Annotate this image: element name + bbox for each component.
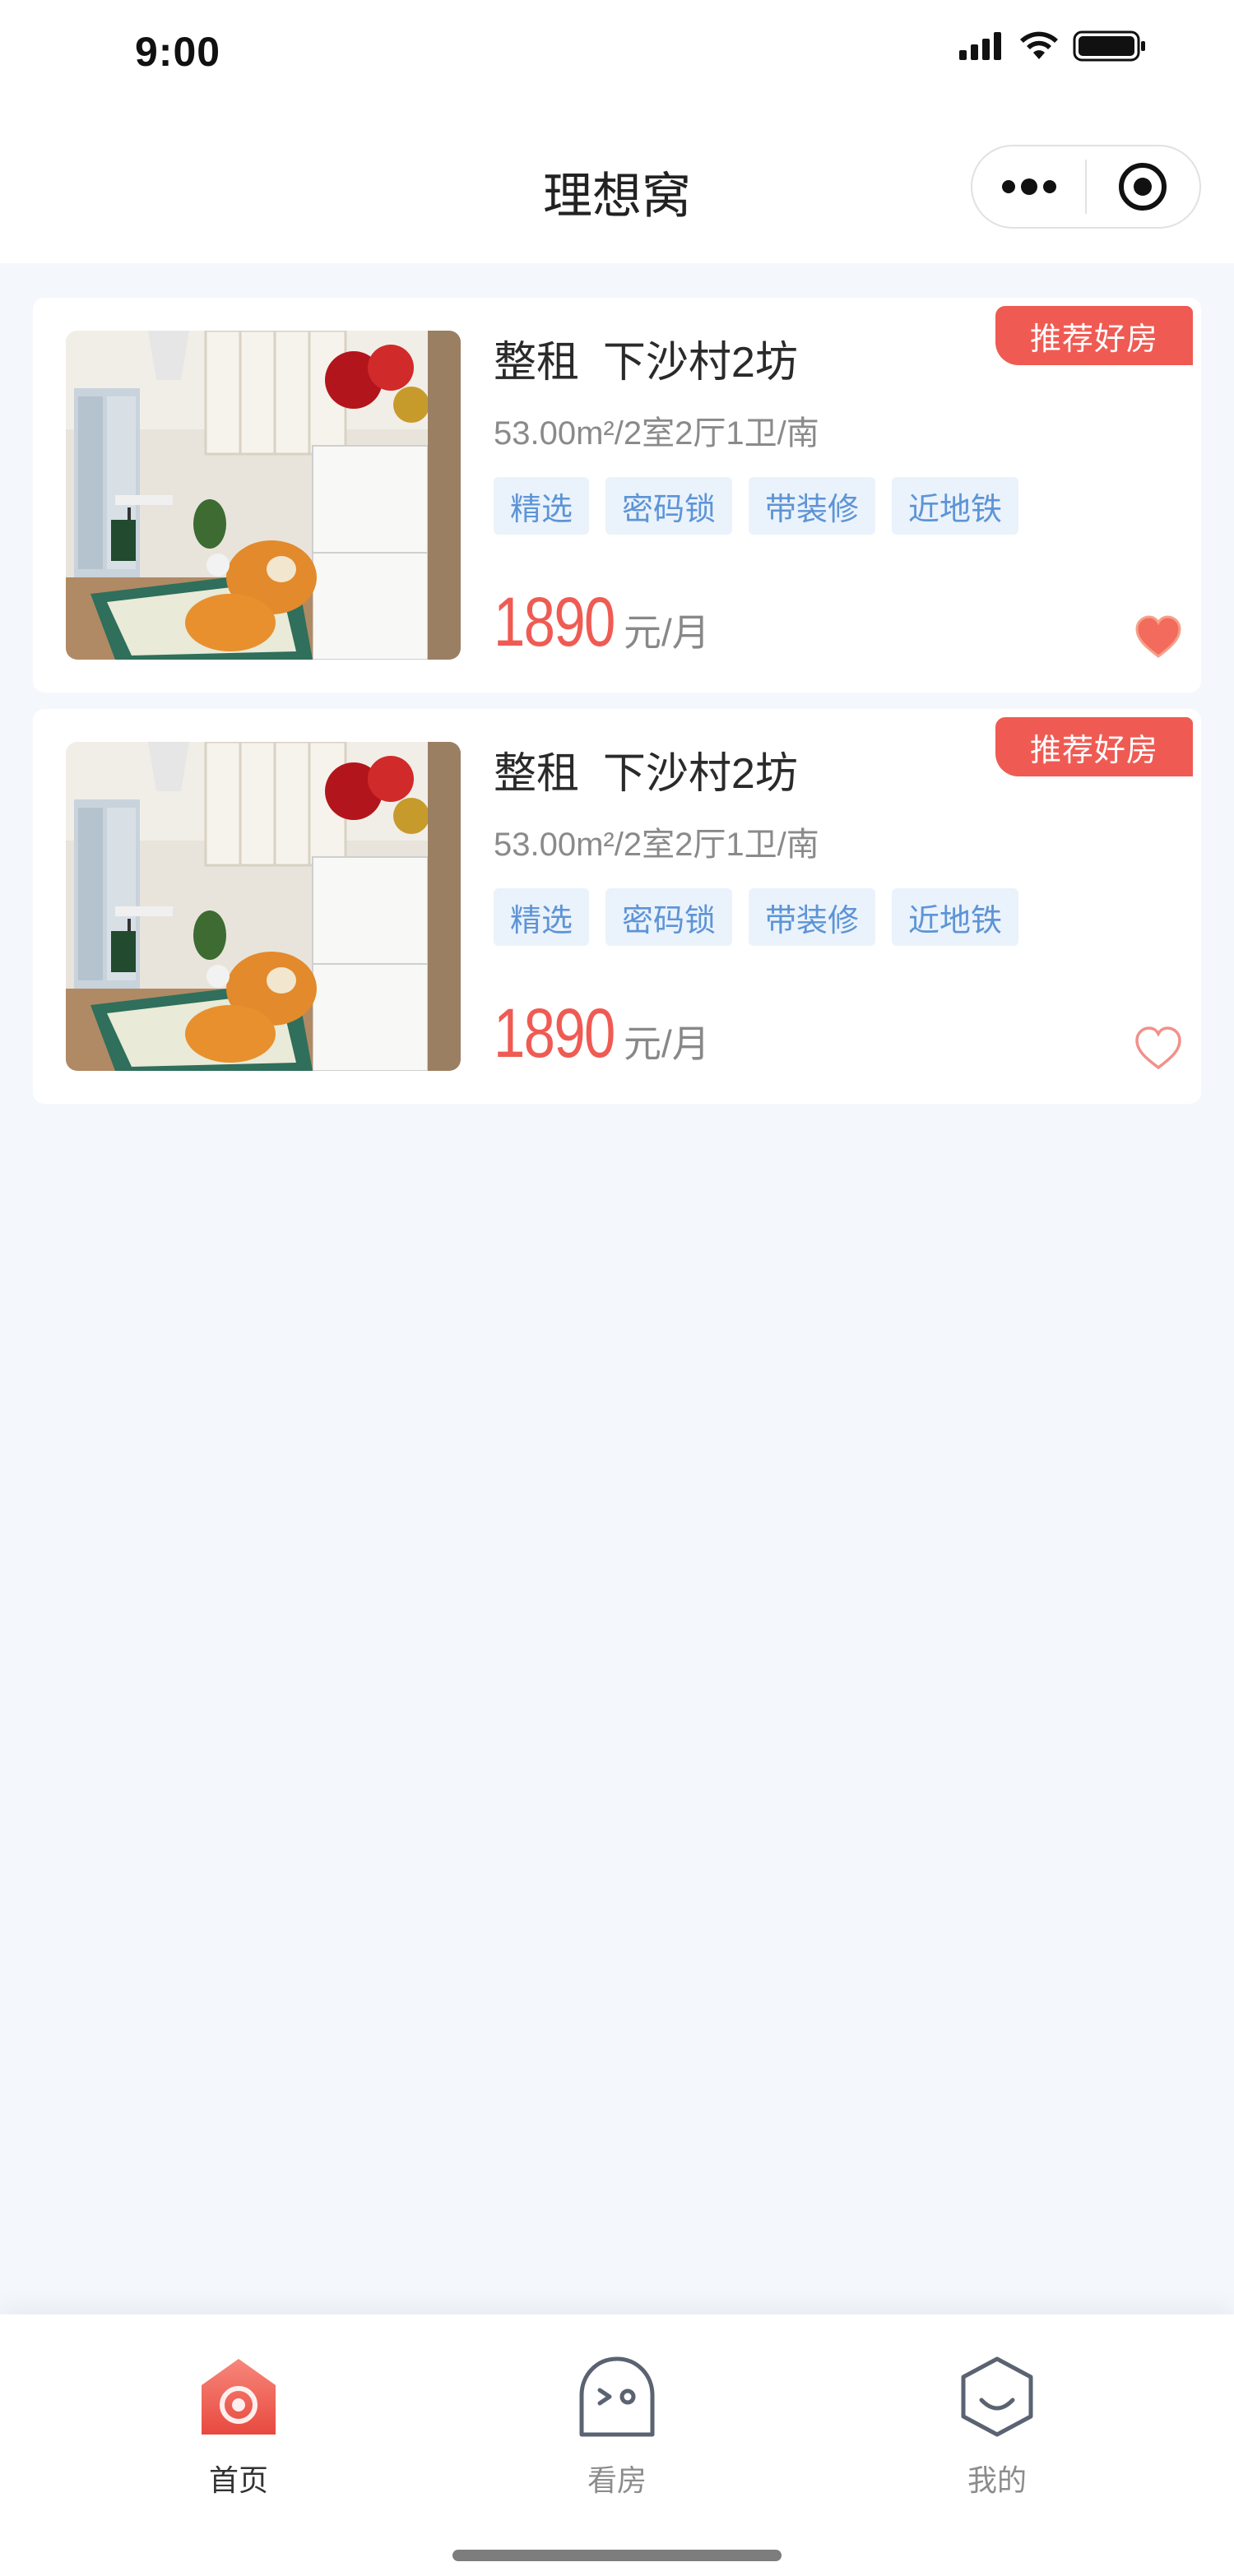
heart-filled-icon[interactable] [1134,614,1183,660]
listing-specs: 53.00m²/2室2厅1卫/南 [494,415,819,452]
price-value: 1890 [494,994,615,1072]
listing-tags: 精选 密码锁 带装修 近地铁 [494,888,1019,946]
listing-specs: 53.00m²/2室2厅1卫/南 [494,827,819,863]
listing-tags: 精选 密码锁 带装修 近地铁 [494,477,1019,535]
recommended-badge: 推荐好房 [995,717,1193,776]
wifi-icon [1020,31,1058,59]
tag-furnished: 带装修 [749,477,876,535]
listing-photo [66,331,461,660]
tag-featured: 精选 [494,477,590,535]
more-button[interactable] [972,146,1085,227]
navigation-bar: 理想窝 [0,107,1234,263]
listing-price: 1890 元/月 [494,994,710,1073]
tab-bar: 首页 看房 我的 [0,2314,1234,2576]
tag-password-lock: 密码锁 [605,888,733,946]
recommended-badge: 推荐好房 [995,306,1193,365]
status-icons [959,30,1147,63]
tab-home-label: 首页 [208,2463,268,2497]
battery-icon [1073,30,1145,62]
tag-password-lock: 密码锁 [605,477,733,535]
listing-title: 整租 下沙村2坊 [494,750,798,798]
home-icon [202,2359,276,2435]
tag-furnished: 带装修 [749,888,876,946]
tab-viewing-label: 看房 [587,2463,647,2497]
tab-viewing[interactable]: 看房 [535,2352,699,2500]
hexagon-profile-icon [961,2356,1033,2437]
tag-near-metro: 近地铁 [892,477,1019,535]
mini-program-capsule [971,145,1201,229]
price-unit: 元/月 [624,611,710,654]
signal-icon [959,32,1001,60]
tag-featured: 精选 [494,888,590,946]
tab-home[interactable]: 首页 [156,2352,321,2500]
tab-mine-label: 我的 [967,2463,1027,2497]
price-unit: 元/月 [624,1022,710,1065]
home-indicator [452,2550,782,2561]
listing-price: 1890 元/月 [494,582,710,662]
close-button[interactable] [1087,146,1199,227]
more-dots-icon [1001,178,1056,195]
listing-photo [66,742,461,1071]
heart-outline-icon[interactable] [1134,1025,1183,1071]
ghost-viewing-icon [579,2356,655,2437]
status-bar: 9:00 [0,0,1234,107]
listing-card[interactable]: 推荐好房 整租 下沙村2坊 53.00m²/2室2厅1卫/南 精选 密码锁 带装… [33,709,1201,1104]
tab-mine[interactable]: 我的 [915,2352,1079,2500]
listing-card[interactable]: 推荐好房 整租 下沙村2坊 53.00m²/2室2厅1卫/南 精选 密码锁 带装… [33,298,1201,693]
target-circle-icon [1119,163,1167,211]
status-time: 9:00 [135,29,221,75]
tag-near-metro: 近地铁 [892,888,1019,946]
price-value: 1890 [494,583,615,660]
listing-title: 整租 下沙村2坊 [494,339,798,387]
